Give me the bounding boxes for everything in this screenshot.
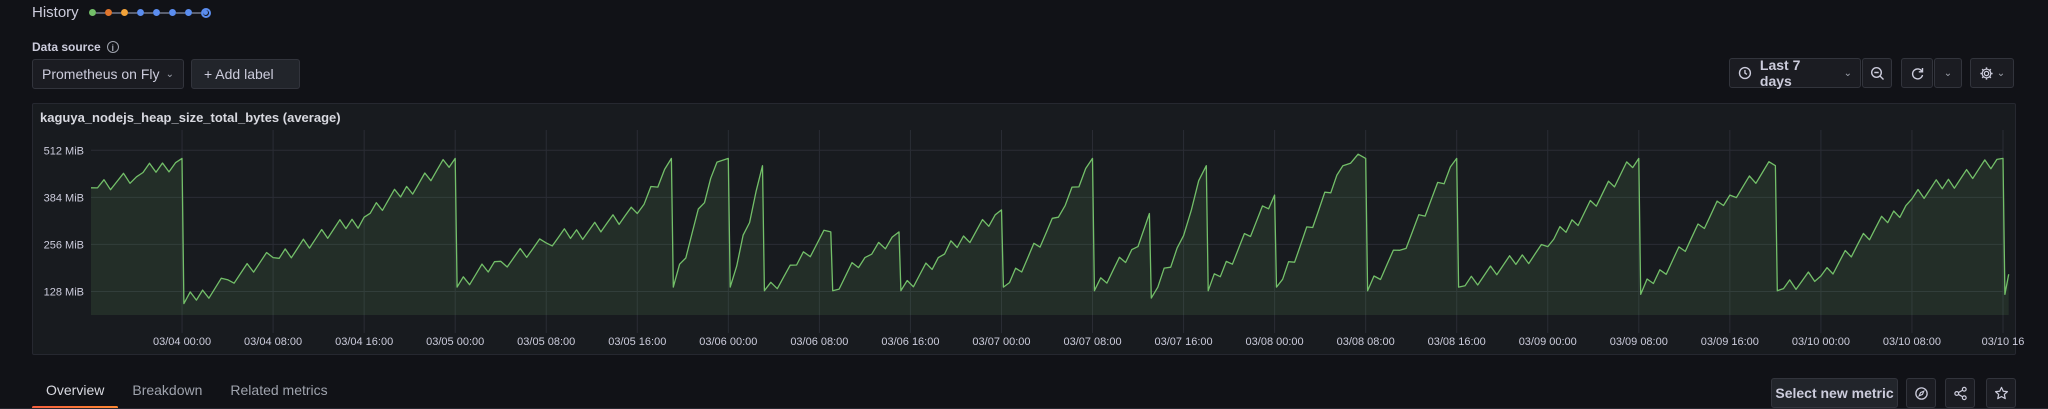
x-tick-label: 03/09 00:00: [1519, 336, 1577, 348]
x-tick-label: 03/07 16:00: [1155, 336, 1213, 348]
x-tick-label: 03/04 16:00: [335, 336, 393, 348]
x-tick-label: 03/08 00:00: [1246, 336, 1304, 348]
select-new-metric-text: Select new metric: [1775, 385, 1894, 401]
compass-icon: [1914, 386, 1928, 400]
share-button[interactable]: [1945, 378, 1975, 408]
y-tick-label: 512 MiB: [44, 145, 84, 157]
x-tick-label: 03/08 16:00: [1428, 336, 1486, 348]
y-tick-label: 256 MiB: [44, 239, 84, 251]
tab-bar: Overview Breakdown Related metrics: [32, 382, 342, 409]
x-tick-label: 03/06 16:00: [881, 336, 939, 348]
x-tick-label: 03/05 00:00: [426, 336, 484, 348]
explore-button[interactable]: [1906, 378, 1936, 408]
x-tick-label: 03/10 08:00: [1883, 336, 1941, 348]
y-tick-label: 384 MiB: [44, 192, 84, 204]
x-tick-label: 03/06 08:00: [790, 336, 848, 348]
x-tick-label: 03/09 08:00: [1610, 336, 1668, 348]
heap-size-chart[interactable]: 512 MiB 384 MiB 256 MiB 128 MiB 03/04 00:00 0…: [0, 0, 2048, 409]
x-tick-label: 03/10 00:00: [1792, 336, 1850, 348]
x-tick-label: 03/05 08:00: [517, 336, 575, 348]
series-area: [91, 154, 2009, 315]
tab-related-metrics[interactable]: Related metrics: [216, 382, 341, 409]
x-tick-label: 03/07 00:00: [972, 336, 1030, 348]
x-tick-label: 03/09 16:00: [1701, 336, 1759, 348]
x-tick-label: 03/04 08:00: [244, 336, 302, 348]
share-icon: [1953, 386, 1967, 400]
x-tick-label: 03/07 08:00: [1063, 336, 1121, 348]
tab-breakdown[interactable]: Breakdown: [118, 382, 216, 409]
x-tick-label: 03/10 16: [1982, 336, 2025, 348]
y-tick-label: 128 MiB: [44, 286, 84, 298]
x-tick-label: 03/06 00:00: [699, 336, 757, 348]
tab-overview[interactable]: Overview: [32, 382, 119, 409]
x-tick-label: 03/08 08:00: [1337, 336, 1395, 348]
star-icon: [1994, 386, 2008, 399]
favorite-button[interactable]: [1986, 378, 2016, 408]
select-new-metric-button[interactable]: Select new metric: [1771, 378, 1898, 408]
x-tick-label: 03/05 16:00: [608, 336, 666, 348]
x-tick-label: 03/04 00:00: [153, 336, 211, 348]
